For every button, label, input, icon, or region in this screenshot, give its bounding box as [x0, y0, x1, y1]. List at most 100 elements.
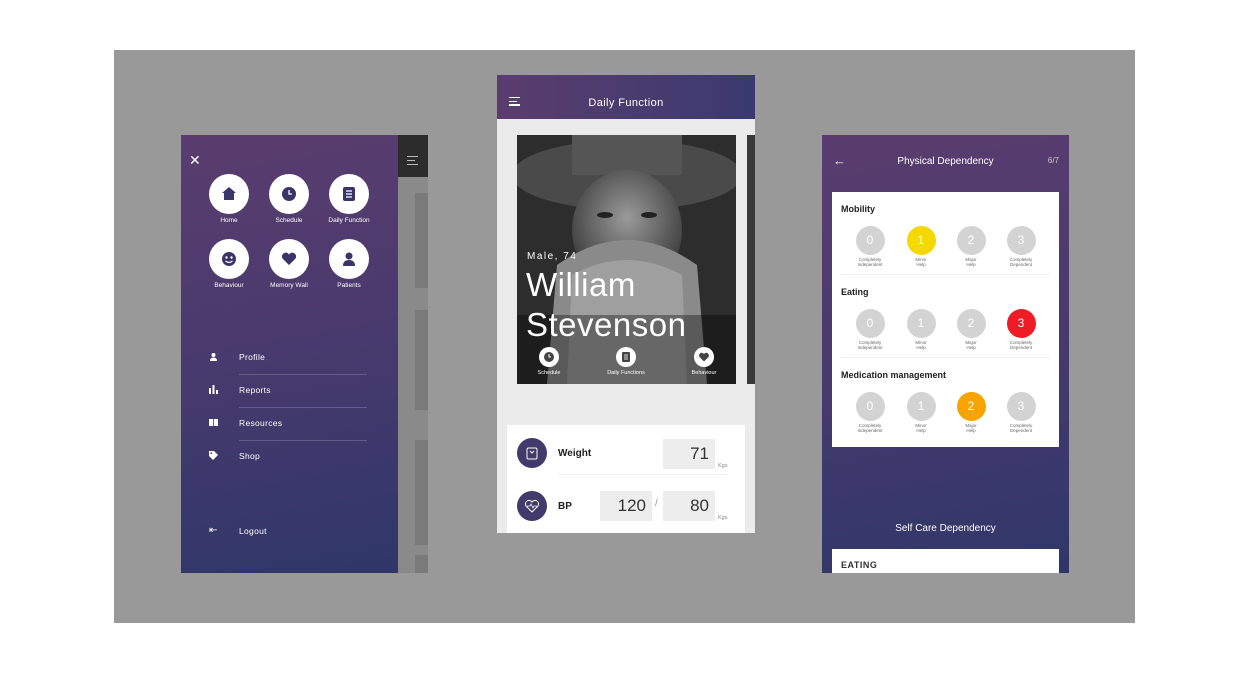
list-icon [329, 174, 369, 214]
self-care-card[interactable]: EATING [832, 549, 1059, 573]
close-icon[interactable]: ✕ [189, 153, 201, 167]
bp-diastolic-field[interactable]: 80 [663, 491, 715, 521]
tile-behaviour[interactable]: Behaviour [201, 239, 257, 289]
bar-chart-icon [209, 385, 219, 395]
bp-separator: / [655, 498, 658, 509]
dependency-option[interactable]: 1 Minor Help [901, 309, 941, 350]
side-menu: ✕ Home Schedule Daily Function Behaviour [181, 135, 398, 573]
option-caption-line: Dependent [1009, 428, 1033, 433]
tile-label: Home [220, 217, 238, 224]
option-caption: Completely Dependent [1001, 257, 1041, 267]
tile-label: Patients [337, 282, 361, 289]
option-caption: Completely Independent [850, 340, 890, 350]
option-caption-line: Help [966, 345, 976, 350]
menu-item-label: Shop [239, 451, 261, 461]
option-circle: 2 [956, 309, 986, 338]
dependency-option[interactable]: 1 Minor Help [901, 392, 941, 433]
option-circle: 2 [956, 392, 986, 421]
tile-home[interactable]: Home [201, 174, 257, 224]
option-caption-line: Help [966, 262, 976, 267]
self-care-first-item: EATING [841, 560, 878, 570]
menu-icon [407, 156, 418, 165]
weight-label: Weight [558, 448, 592, 459]
menu-item-reports[interactable]: Reports [209, 375, 367, 408]
menu-item-label: Profile [239, 352, 266, 362]
option-caption: Completely Independent [850, 257, 890, 267]
peek-block [415, 440, 428, 545]
tile-schedule[interactable]: Schedule [261, 174, 317, 224]
dependency-option[interactable]: 1 Minor Help [901, 226, 941, 267]
option-caption-line: Dependent [1009, 345, 1033, 350]
quick-action-label: Schedule [537, 370, 561, 376]
physical-dependency-screen: ← Physical Dependency 6/7 Mobility 0 Compl… [822, 135, 1069, 573]
quick-action-label: Behaviour [691, 370, 717, 376]
tile-label: Behaviour [214, 282, 244, 289]
option-caption-line: Help [916, 428, 926, 433]
tag-icon [209, 451, 219, 461]
tile-label: Memory Wall [270, 282, 308, 289]
option-caption: Major Help [951, 423, 991, 433]
dependency-section: Eating 0 Completely Independent 1 Minor Help 2 M… [832, 275, 1059, 358]
weight-field[interactable]: 71 [663, 439, 715, 469]
dependency-option[interactable]: 0 Completely Independent [850, 309, 890, 350]
vitals-panel: Weight 71 Kgs BP 120 / 80 Kgs [507, 425, 745, 533]
bp-label: BP [558, 501, 572, 512]
patient-card[interactable]: Male, 74 William Stevenson Schedule Dail… [517, 135, 736, 384]
dependency-option[interactable]: 3 Completely Dependent [1001, 226, 1041, 267]
peek-header [398, 135, 428, 177]
option-caption: Minor Help [901, 257, 941, 267]
page-title: Daily Function [588, 97, 664, 109]
tile-memory-wall[interactable]: Memory Wall [261, 239, 317, 289]
home-icon [209, 174, 249, 214]
person-icon [329, 239, 369, 279]
heart-icon [269, 239, 309, 279]
option-circle: 0 [855, 226, 885, 255]
peek-block [415, 555, 428, 573]
option-circle: 2 [956, 226, 986, 255]
menu-item-resources[interactable]: Resources [209, 408, 367, 441]
dependency-option[interactable]: 0 Completely Independent [850, 392, 890, 433]
dependency-option[interactable]: 2 Major Help [951, 392, 991, 433]
option-circle: 3 [1006, 392, 1036, 421]
quick-action-label: Daily Functions [607, 370, 645, 376]
first-name: William [526, 266, 636, 303]
dependency-option[interactable]: 2 Major Help [951, 226, 991, 267]
dependency-option[interactable]: 3 Completely Dependent [1001, 392, 1041, 433]
face-icon [209, 239, 249, 279]
logout-icon: ⇤ [209, 525, 218, 536]
dependency-card: Mobility 0 Completely Independent 1 Minor Help… [832, 192, 1059, 447]
person-icon [209, 352, 219, 362]
divider [558, 474, 727, 475]
bp-row: BP 120 / 80 Kgs [517, 478, 735, 528]
option-caption-line: Help [966, 428, 976, 433]
peek-block [415, 193, 428, 288]
book-icon [209, 418, 219, 428]
dependency-option[interactable]: 0 Completely Independent [850, 226, 890, 267]
section-heading: Medication management [841, 370, 947, 380]
tile-label: Schedule [275, 217, 303, 224]
option-circle: 3 [1006, 309, 1036, 338]
dependency-option[interactable]: 3 Completely Dependent [1001, 309, 1041, 350]
menu-item-shop[interactable]: Shop [209, 441, 367, 474]
bp-systolic-field[interactable]: 120 [600, 491, 652, 521]
tile-patients[interactable]: Patients [321, 239, 377, 289]
quick-action-schedule[interactable]: Schedule [519, 347, 579, 376]
patient-name: William Stevenson [526, 265, 686, 345]
dependency-option[interactable]: 2 Major Help [951, 309, 991, 350]
logout-label: Logout [239, 526, 267, 536]
section-heading: Eating [841, 287, 869, 297]
option-circle: 3 [1006, 226, 1036, 255]
option-caption-line: Independent [857, 345, 883, 350]
option-circle: 1 [906, 392, 936, 421]
logout-button[interactable]: ⇤ Logout [209, 516, 367, 549]
next-card-peek[interactable] [747, 135, 755, 384]
section-title: Self Care Dependency [895, 523, 996, 534]
quick-action-behaviour[interactable]: Behaviour [674, 347, 734, 376]
menu-item-profile[interactable]: Profile [209, 342, 367, 375]
quick-action-daily-functions[interactable]: Daily Functions [596, 347, 656, 376]
tile-label: Daily Function [328, 217, 370, 224]
tile-daily-function[interactable]: Daily Function [321, 174, 377, 224]
option-caption: Major Help [951, 257, 991, 267]
underlying-screen-peek[interactable] [398, 135, 428, 573]
bp-unit: Kgs [718, 515, 728, 521]
